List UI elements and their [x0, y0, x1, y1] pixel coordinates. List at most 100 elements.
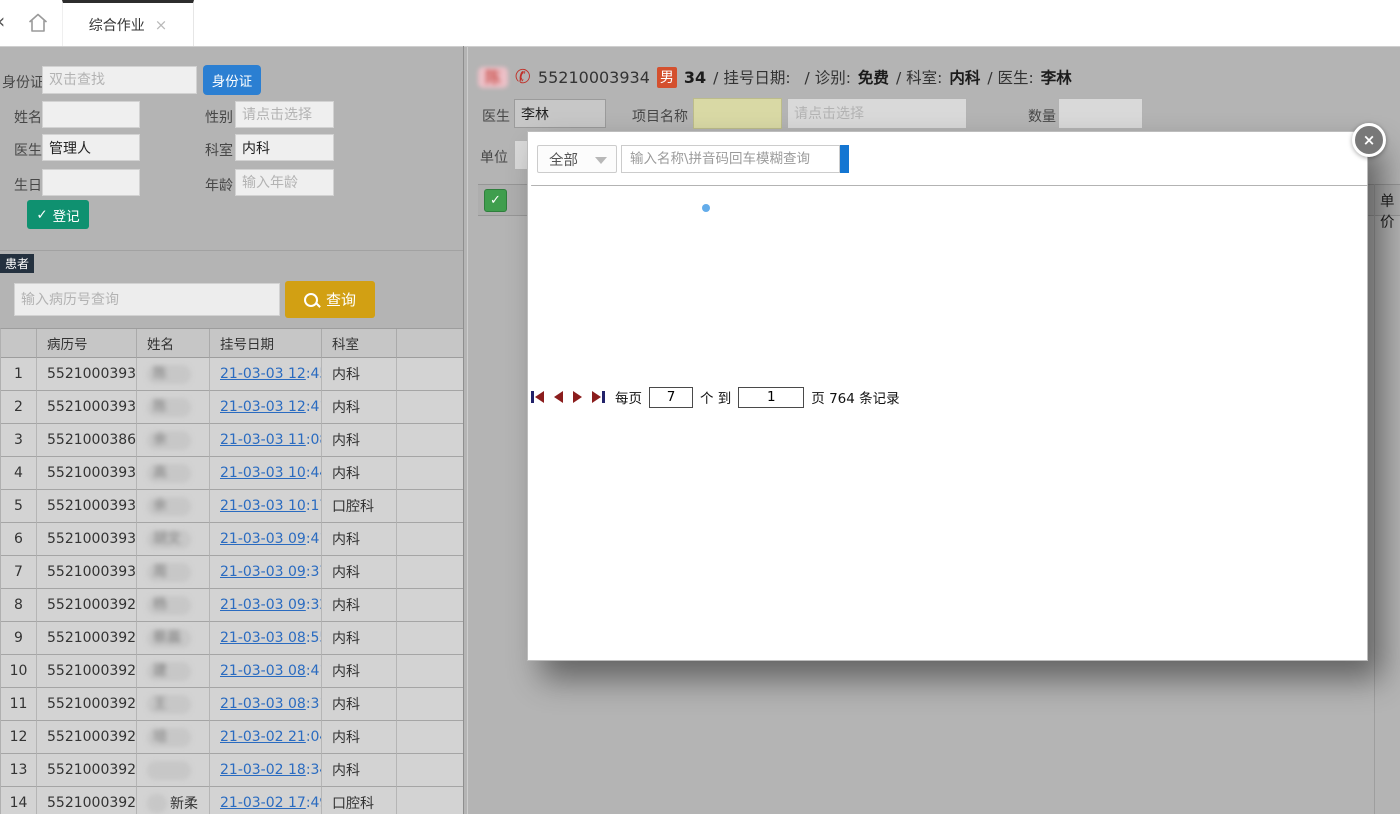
date-cell: 21-03-02 17:49: [210, 787, 322, 814]
dept-cell: 内科: [322, 457, 397, 490]
prev-page-button[interactable]: [554, 391, 563, 403]
patient-col-header: 科室: [322, 329, 397, 358]
doctor-input[interactable]: [42, 134, 140, 161]
row-number-cell: 12: [1, 721, 37, 754]
name-cell: [137, 754, 210, 787]
panel-divider: [463, 46, 464, 814]
date-cell: 21-03-03 10:44: [210, 457, 322, 490]
reg-date-link[interactable]: 21-03-03 09:32: [220, 597, 322, 613]
first-page-button[interactable]: [531, 391, 544, 403]
patient-age: 34: [684, 68, 706, 87]
redacted-name: 周: [147, 563, 191, 582]
visit-type-value: 免费: [858, 66, 889, 88]
age-input[interactable]: [235, 169, 334, 196]
reg-date-link[interactable]: 21-03-03 08:41: [220, 663, 322, 679]
name-cell: 新柔: [137, 787, 210, 814]
home-icon[interactable]: [26, 11, 50, 35]
name-cell: 周: [137, 556, 210, 589]
header-dept-label: / 科室:: [896, 66, 942, 88]
item-search-input[interactable]: [621, 145, 840, 173]
reg-date-link[interactable]: 21-03-03 10:44: [220, 465, 322, 481]
reg-date-link[interactable]: 21-03-03 12:41: [220, 399, 322, 415]
date-cell: 21-03-03 10:17: [210, 490, 322, 523]
mrn-cell: 55210003929: [37, 589, 137, 622]
name-cell: 杨: [137, 589, 210, 622]
dept-cell: 内科: [322, 655, 397, 688]
reg-date-link[interactable]: 21-03-03 09:41: [220, 531, 322, 547]
per-page-label: 每页: [615, 387, 642, 407]
redacted-name: 培: [147, 728, 191, 747]
item-select-input[interactable]: [787, 98, 967, 129]
pagination: 每页 个 到 页 764 条记录: [531, 387, 900, 407]
item-code-input[interactable]: [693, 98, 782, 129]
redacted-name: 蔡晨: [147, 629, 191, 648]
reg-date-link[interactable]: 21-03-03 09:37: [220, 564, 322, 580]
reg-date-link[interactable]: 21-03-03 11:08: [220, 432, 322, 448]
reg-date-link[interactable]: 21-03-03 10:17: [220, 498, 322, 514]
reg-date-link[interactable]: 21-03-03 12:45: [220, 366, 322, 382]
dept-cell: 口腔科: [322, 490, 397, 523]
tab-close-icon[interactable]: ×: [155, 16, 168, 34]
birth-input[interactable]: [42, 169, 140, 196]
age-label: 年龄: [205, 175, 233, 195]
modal-table: [531, 185, 1368, 186]
page-number-input[interactable]: [738, 387, 804, 408]
reg-date-link[interactable]: 21-03-02 21:04: [220, 729, 322, 745]
date-cell: 21-03-02 18:34: [210, 754, 322, 787]
date-cell: 21-03-03 09:41: [210, 523, 322, 556]
divider: [0, 250, 463, 251]
close-icon[interactable]: ×: [1352, 123, 1386, 157]
date-cell: 21-03-03 11:08: [210, 424, 322, 457]
reg-date-link[interactable]: 21-03-03 08:31: [220, 696, 322, 712]
empty-cell: [397, 358, 464, 391]
check-icon: ✓: [36, 207, 47, 223]
dept-input[interactable]: [235, 134, 334, 161]
reg-date-link[interactable]: 21-03-03 08:55: [220, 630, 322, 646]
idcard-button[interactable]: 身份证: [203, 65, 261, 95]
select-all-checkbox[interactable]: ✓: [484, 189, 507, 212]
row-number-cell: 8: [1, 589, 37, 622]
tab-bar: « 综合作业 ×: [0, 0, 1400, 47]
qty-input[interactable]: [1058, 98, 1143, 129]
empty-cell: [397, 655, 464, 688]
reg-date-label: / 挂号日期:: [713, 66, 790, 88]
row-number-cell: 10: [1, 655, 37, 688]
per-page-input[interactable]: [649, 387, 693, 408]
redacted-name: 余: [147, 497, 191, 516]
mrn-cell: 55210003933: [37, 457, 137, 490]
name-input[interactable]: [42, 101, 140, 128]
row-number-cell: 1: [1, 358, 37, 391]
date-cell: 21-03-03 12:41: [210, 391, 322, 424]
empty-cell: [397, 688, 464, 721]
patient-name-redacted: 陈: [478, 67, 508, 88]
mrn-search-input[interactable]: [14, 283, 280, 316]
search-button[interactable]: 查询: [285, 281, 375, 318]
dept-cell: 内科: [322, 754, 397, 787]
dept-cell: 内科: [322, 589, 397, 622]
search-icon: [304, 293, 318, 307]
empty-cell: [397, 490, 464, 523]
reg-date-link[interactable]: 21-03-02 18:34: [220, 762, 322, 778]
name-cell: 王: [137, 688, 210, 721]
header-dept-value: 内科: [949, 66, 980, 88]
order-doctor-input[interactable]: [514, 99, 606, 128]
category-dropdown[interactable]: 全部: [537, 145, 617, 173]
dept-cell: 内科: [322, 688, 397, 721]
dept-cell: 内科: [322, 391, 397, 424]
empty-cell: [397, 787, 464, 814]
collapse-left-icon[interactable]: «: [0, 9, 5, 33]
last-page-button[interactable]: [592, 391, 605, 403]
reg-date-link[interactable]: 21-03-02 17:49: [220, 795, 322, 811]
tab-comprehensive-work[interactable]: 综合作业 ×: [62, 0, 194, 46]
dept-cell: 内科: [322, 622, 397, 655]
dept-cell: 内科: [322, 424, 397, 457]
register-button[interactable]: ✓ 登记: [27, 200, 89, 229]
patient-col-header: 挂号日期: [210, 329, 322, 358]
tab-label: 综合作业: [89, 15, 145, 35]
date-cell: 21-03-03 08:55: [210, 622, 322, 655]
idcard-input[interactable]: [42, 66, 197, 94]
mrn-cell: 55210003934: [37, 391, 137, 424]
gender-input[interactable]: [235, 101, 334, 128]
next-page-button[interactable]: [573, 391, 582, 403]
row-number-cell: 2: [1, 391, 37, 424]
